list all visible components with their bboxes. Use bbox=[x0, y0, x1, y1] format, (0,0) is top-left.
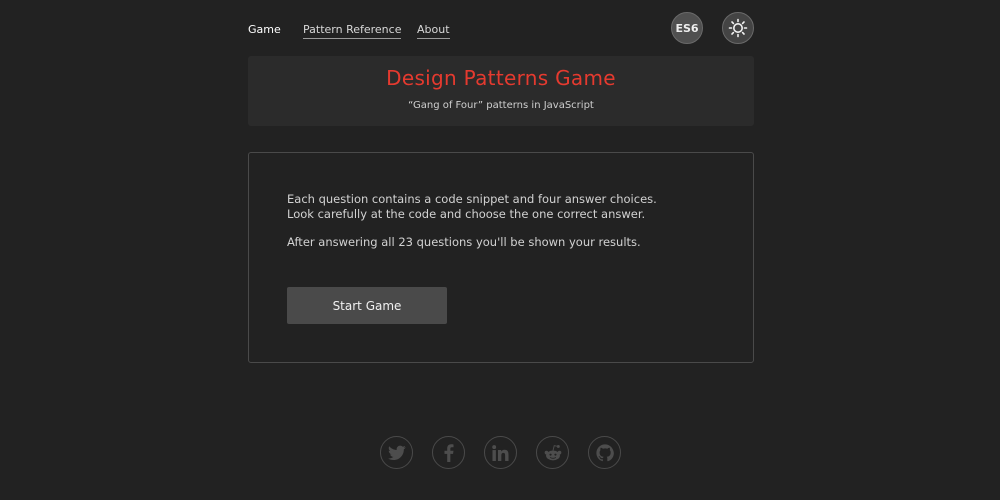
intro-text-line-2: Look carefully at the code and choose th… bbox=[287, 207, 646, 221]
twitter-link[interactable] bbox=[380, 436, 413, 469]
top-nav: Game Pattern Reference About ES6 bbox=[248, 12, 754, 46]
page-subtitle: “Gang of Four” patterns in JavaScript bbox=[408, 100, 594, 111]
theme-toggle-button[interactable] bbox=[722, 12, 754, 44]
linkedin-link[interactable] bbox=[484, 436, 517, 469]
nav-link-about[interactable]: About bbox=[417, 23, 450, 39]
linkedin-icon bbox=[492, 444, 509, 461]
page: Game Pattern Reference About ES6 Design … bbox=[0, 0, 1000, 500]
social-links bbox=[380, 436, 622, 470]
nav-link-game[interactable]: Game bbox=[248, 23, 281, 37]
github-link[interactable] bbox=[588, 436, 621, 469]
es6-label: ES6 bbox=[675, 21, 699, 35]
github-icon bbox=[595, 443, 614, 462]
intro-text-line-1: Each question contains a code snippet an… bbox=[287, 192, 657, 206]
nav-link-pattern-reference[interactable]: Pattern Reference bbox=[303, 23, 402, 39]
facebook-icon bbox=[444, 443, 454, 462]
header-card: Design Patterns Game “Gang of Four” patt… bbox=[248, 56, 754, 126]
sun-icon bbox=[728, 18, 748, 38]
start-game-button[interactable]: Start Game bbox=[287, 287, 447, 324]
facebook-link[interactable] bbox=[432, 436, 465, 469]
page-title: Design Patterns Game bbox=[386, 66, 616, 90]
reddit-icon bbox=[543, 444, 563, 462]
twitter-icon bbox=[387, 445, 406, 461]
intro-text-line-3: After answering all 23 questions you'll … bbox=[287, 235, 641, 249]
es6-toggle-button[interactable]: ES6 bbox=[671, 12, 703, 44]
reddit-link[interactable] bbox=[536, 436, 569, 469]
intro-card: Each question contains a code snippet an… bbox=[248, 152, 754, 363]
